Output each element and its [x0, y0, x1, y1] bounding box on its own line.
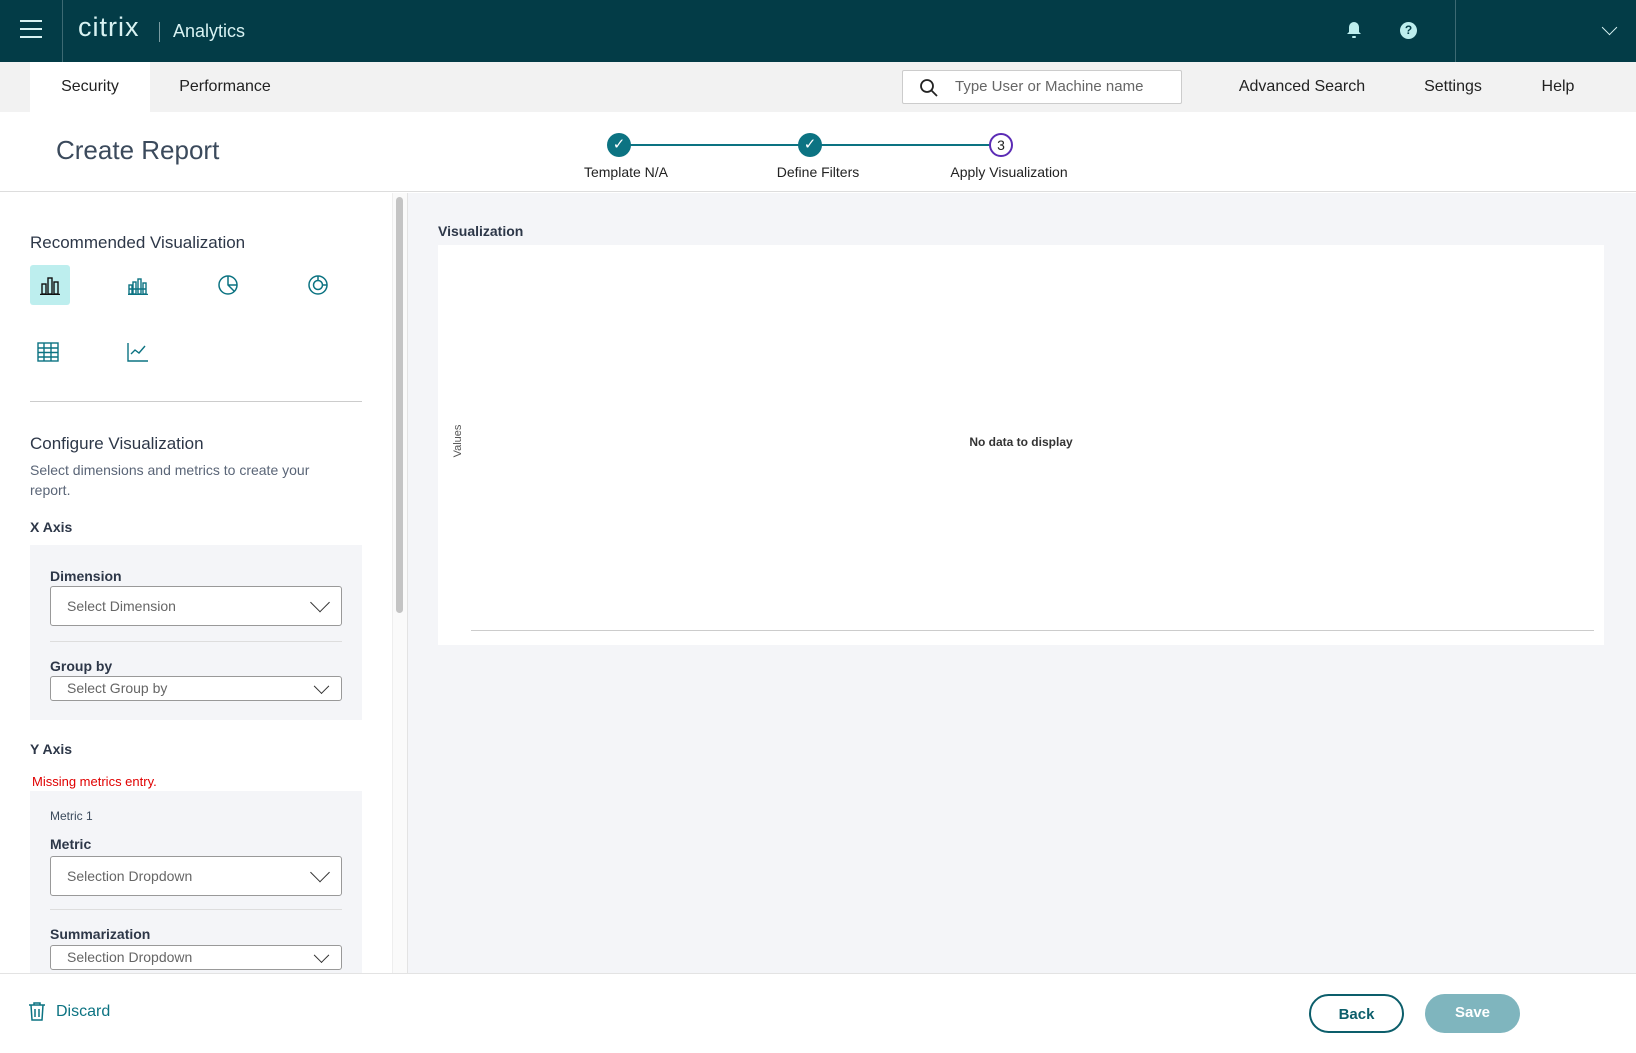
empty-state-text: No data to display	[969, 435, 1073, 449]
bell-icon[interactable]	[1346, 21, 1362, 39]
footer-bar: Discard Back Save	[0, 973, 1636, 1053]
divider	[30, 401, 362, 402]
advanced-search-link[interactable]: Advanced Search	[1239, 62, 1365, 112]
dimension-value: Select Dimension	[67, 598, 176, 614]
chevron-down-icon	[313, 946, 330, 963]
group-by-value: Select Group by	[67, 680, 168, 696]
back-button[interactable]: Back	[1309, 994, 1404, 1033]
metric-label: Metric	[50, 836, 92, 852]
step-1-check-icon: ✓	[607, 133, 631, 157]
search-icon	[920, 79, 938, 97]
chevron-down-icon	[313, 677, 330, 694]
search-placeholder: Type User or Machine name	[955, 78, 1144, 95]
step-3-indicator: 3	[989, 133, 1013, 157]
table-icon[interactable]	[28, 332, 68, 372]
help-icon[interactable]: ?	[1400, 22, 1417, 39]
page-title: Create Report	[56, 135, 220, 165]
divider	[50, 909, 342, 910]
scrollbar-thumb[interactable]	[396, 197, 403, 613]
settings-link[interactable]: Settings	[1424, 62, 1482, 112]
top-header: citrix Analytics ?	[0, 0, 1636, 62]
save-button[interactable]: Save	[1425, 994, 1520, 1033]
step-1-label: Template N/A	[583, 164, 669, 180]
y-axis-title: Y Axis	[30, 741, 73, 757]
visualization-area: Visualization Values No data to display	[408, 193, 1636, 973]
configure-description: Select dimensions and metrics to create …	[30, 462, 310, 498]
search-input[interactable]: Type User or Machine name	[902, 70, 1182, 104]
step-3-label: Apply Visualization	[950, 164, 1068, 180]
help-link[interactable]: Help	[1542, 62, 1575, 112]
y-axis-section: Metric 1 Metric Selection Dropdown Summa…	[30, 791, 362, 973]
x-axis-title: X Axis	[30, 519, 73, 535]
configure-visualization-title: Configure Visualization	[30, 434, 204, 453]
chart-card: Values No data to display	[438, 245, 1604, 645]
x-axis-line	[471, 630, 1594, 631]
divider	[1455, 0, 1456, 62]
pie-chart-icon[interactable]	[208, 265, 248, 305]
tab-security[interactable]: Security	[30, 62, 150, 112]
dimension-select[interactable]: Select Dimension	[50, 586, 342, 626]
summarization-select[interactable]: Selection Dropdown	[50, 945, 342, 970]
dimension-label: Dimension	[50, 568, 122, 584]
step-2-label: Define Filters	[776, 164, 860, 180]
grouped-bar-chart-icon[interactable]	[118, 265, 158, 305]
account-chevron-down-icon[interactable]	[1601, 19, 1618, 36]
left-panel-scrollbar[interactable]	[392, 193, 408, 973]
recommended-visualization-title: Recommended Visualization	[30, 233, 246, 252]
chevron-down-icon	[310, 862, 330, 883]
visualization-title: Visualization	[438, 223, 524, 239]
divider	[159, 22, 160, 42]
missing-metrics-error: Missing metrics entry.	[32, 774, 157, 789]
divider	[62, 0, 63, 62]
summarization-value: Selection Dropdown	[67, 949, 193, 965]
config-panel: Recommended Visualization Configure Visu…	[0, 193, 392, 973]
title-bar: Create Report ✓ ✓ 3 Template N/A Define …	[0, 112, 1636, 192]
discard-button[interactable]: Discard	[28, 1002, 110, 1021]
summarization-label: Summarization	[50, 926, 151, 942]
group-by-select[interactable]: Select Group by	[50, 676, 342, 701]
x-axis-section: Dimension Select Dimension Group by Sele…	[30, 545, 362, 720]
trash-icon	[29, 1002, 45, 1021]
bar-chart-icon[interactable]	[30, 265, 70, 305]
donut-chart-icon[interactable]	[298, 265, 338, 305]
metric-1-label: Metric 1	[50, 809, 93, 823]
tab-performance[interactable]: Performance	[160, 62, 290, 112]
chevron-down-icon	[310, 592, 330, 613]
group-by-label: Group by	[50, 658, 113, 674]
discard-label: Discard	[56, 1002, 111, 1020]
metric-select[interactable]: Selection Dropdown	[50, 856, 342, 896]
product-name: Analytics	[173, 21, 246, 41]
line-chart-icon[interactable]	[118, 332, 158, 372]
metric-value: Selection Dropdown	[67, 868, 193, 884]
step-2-check-icon: ✓	[798, 133, 822, 157]
citrix-logo: citrix	[78, 12, 140, 42]
divider	[50, 641, 342, 642]
nav-bar: Security Performance Type User or Machin…	[0, 62, 1636, 112]
hamburger-menu-icon[interactable]	[20, 20, 42, 38]
